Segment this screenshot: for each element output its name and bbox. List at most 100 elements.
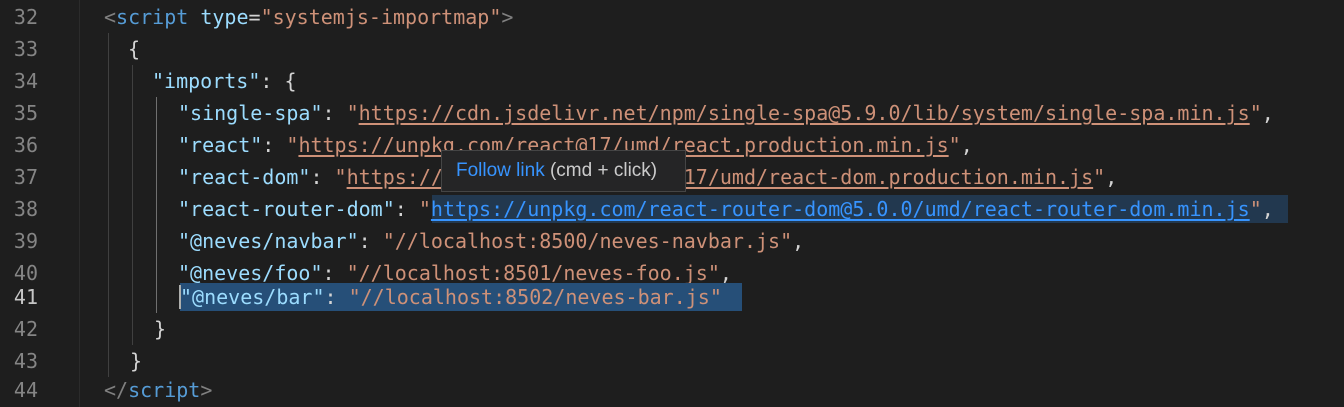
punctuation: : (394, 197, 419, 221)
quote: " (1249, 197, 1262, 221)
line-number: 42 (13, 317, 38, 341)
quote: " (346, 101, 359, 125)
indent-guide (132, 97, 133, 129)
line-content[interactable]: "@neves/bar": "//localhost:8502/neves-ba… (180, 281, 722, 313)
code-line-33[interactable]: 33 { (0, 33, 1344, 65)
json-key: "imports" (152, 69, 261, 93)
indent-guide (108, 33, 109, 65)
line-number: 39 (13, 229, 38, 253)
punctuation: : (322, 101, 347, 125)
indent-guide (108, 225, 109, 257)
line-content[interactable]: { (128, 33, 140, 65)
indent-guide (156, 281, 157, 313)
line-number: 37 (13, 165, 38, 189)
indent-guide (132, 193, 133, 225)
indent-guide (108, 65, 109, 97)
line-number: 34 (13, 69, 38, 93)
url-link-hovered[interactable]: https://unpkg.com/react-router-dom@5.0.0… (431, 197, 1250, 221)
line-content[interactable]: <script type="systemjs-importmap"> (104, 1, 513, 33)
indent-guide (108, 313, 109, 345)
line-content[interactable]: "imports": { (152, 65, 297, 97)
indent-guide (156, 193, 157, 225)
indent-guide (132, 313, 133, 345)
code-editor[interactable]: 32 <script type="systemjs-importmap"> 33… (0, 0, 1344, 407)
indent-guide (132, 129, 133, 161)
punctuation: : (358, 229, 383, 253)
line-number: 35 (13, 101, 38, 125)
indent-guide (132, 281, 133, 313)
quote: " (286, 133, 299, 157)
quote: " (948, 133, 961, 157)
line-number: 43 (13, 349, 38, 373)
attribute-name: type (200, 5, 249, 29)
follow-link-tooltip: Follow link (cmd + click) (441, 150, 686, 192)
punctuation: , (1261, 197, 1274, 221)
indent-guide (156, 161, 157, 193)
line-content[interactable]: } (130, 345, 142, 377)
line-number: 44 (13, 378, 38, 402)
code-line-42[interactable]: 42 } (0, 313, 1344, 345)
code-line-34[interactable]: 34 "imports": { (0, 65, 1344, 97)
tag-bracket: < (104, 5, 117, 29)
punctuation: : (262, 133, 287, 157)
code-line-41[interactable]: 41 "@neves/bar": "//localhost:8502/neves… (0, 281, 1344, 313)
punctuation: : (310, 165, 335, 189)
indent-guide (108, 345, 109, 377)
indent-guide (156, 225, 157, 257)
code-line-32[interactable]: 32 <script type="systemjs-importmap"> (0, 1, 1344, 33)
punctuation: , (1261, 101, 1274, 125)
quote: " (334, 165, 347, 189)
line-number: 38 (13, 197, 38, 221)
json-string-value: "//localhost:8502/neves-bar.js" (348, 285, 722, 309)
code-line-44[interactable]: 44 </script> (0, 374, 1344, 406)
punctuation: : { (260, 69, 297, 93)
json-key: "react-dom" (178, 165, 311, 189)
json-key: "single-spa" (178, 101, 323, 125)
json-key: "@neves/navbar" (178, 229, 359, 253)
line-number: 32 (13, 5, 38, 29)
line-number: 36 (13, 133, 38, 157)
follow-link-action[interactable]: Follow link (456, 160, 545, 181)
attribute-value: "systemjs-importmap" (260, 5, 502, 29)
indent-guide (108, 193, 109, 225)
json-key: "react" (178, 133, 263, 157)
text-cursor (179, 285, 181, 309)
quote: " (418, 197, 431, 221)
json-key: "react-router-dom" (178, 197, 395, 221)
follow-link-shortcut-hint: (cmd + click) (544, 160, 658, 181)
indent-guide (132, 161, 133, 193)
indent-guide (156, 129, 157, 161)
line-content[interactable]: } (154, 313, 166, 345)
json-key: "@neves/bar" (180, 285, 325, 309)
tag-bracket: > (200, 378, 213, 402)
line-content[interactable]: </script> (104, 374, 212, 406)
punctuation: , (960, 133, 973, 157)
quote: " (1249, 101, 1262, 125)
tag-bracket: > (501, 5, 514, 29)
punctuation: : (324, 285, 349, 309)
indent-guide (108, 97, 109, 129)
tag-bracket: </ (104, 378, 129, 402)
url-link[interactable]: https://cdn.jsdelivr.net/npm/single-spa@… (359, 101, 1250, 125)
json-string-value: "//localhost:8500/neves-navbar.js" (382, 229, 793, 253)
punctuation: , (1105, 165, 1118, 189)
line-content[interactable]: "single-spa": "https://cdn.jsdelivr.net/… (178, 97, 1274, 129)
code-line-43[interactable]: 43 } (0, 345, 1344, 377)
code-line-39[interactable]: 39 "@neves/navbar": "//localhost:8500/ne… (0, 225, 1344, 257)
line-number: 33 (13, 37, 38, 61)
indent-guide (132, 65, 133, 97)
indent-guide (108, 161, 109, 193)
code-line-35[interactable]: 35 "single-spa": "https://cdn.jsdelivr.n… (0, 97, 1344, 129)
quote: " (1093, 165, 1106, 189)
equals-sign: = (248, 5, 261, 29)
tag-name: script (128, 378, 201, 402)
indent-guide (108, 281, 109, 313)
punctuation: , (792, 229, 805, 253)
line-content[interactable]: "react-router-dom": "https://unpkg.com/r… (178, 193, 1274, 225)
tag-name: script (116, 5, 189, 29)
indent-guide (132, 225, 133, 257)
indent-guide (108, 129, 109, 161)
line-number-active: 41 (13, 285, 38, 309)
line-content[interactable]: "@neves/navbar": "//localhost:8500/neves… (178, 225, 804, 257)
code-line-38[interactable]: 38 "react-router-dom": "https://unpkg.co… (0, 193, 1344, 225)
